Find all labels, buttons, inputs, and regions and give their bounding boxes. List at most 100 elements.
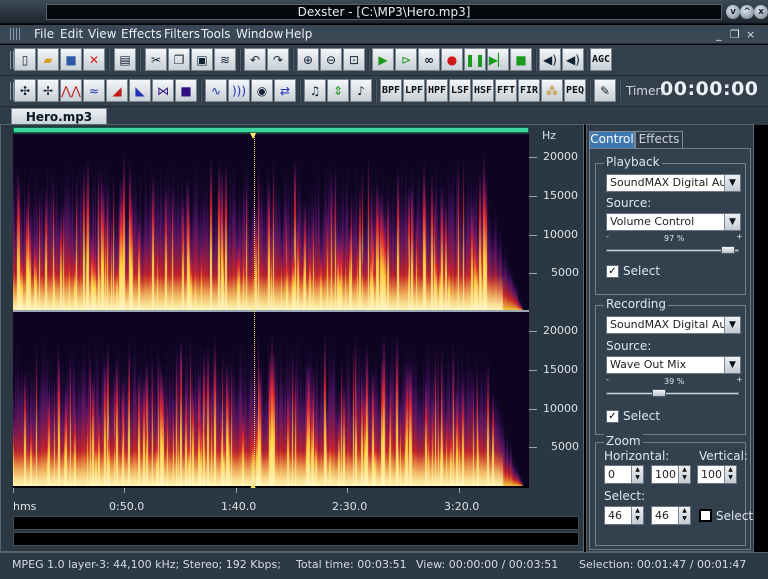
filter-hpf-button[interactable]: HPF xyxy=(426,79,448,102)
playback-cursor[interactable] xyxy=(253,134,255,486)
tab-effects[interactable]: Effects xyxy=(635,131,683,148)
close-button[interactable]: x xyxy=(754,5,768,19)
chevron-down-icon[interactable]: ▼ xyxy=(724,317,740,333)
menu-tools[interactable]: Tools xyxy=(201,27,231,41)
filter-lpf-button[interactable]: LPF xyxy=(403,79,425,102)
zoom-h-max-input[interactable]: 100 ▲ ▼ xyxy=(651,465,691,484)
filter-peq-button[interactable]: PEQ xyxy=(564,79,586,102)
agc-button[interactable]: AGC xyxy=(590,48,612,71)
tab-control[interactable]: Control xyxy=(589,131,635,148)
recording-volume-thumb[interactable] xyxy=(652,389,667,397)
reverse-icon[interactable]: ⋈ xyxy=(152,79,174,102)
close-file-icon[interactable]: ✕ xyxy=(83,48,105,71)
playback-device-select[interactable]: SoundMAX Digital Audio ▼ xyxy=(606,174,741,192)
menu-filters[interactable]: Filters xyxy=(164,27,200,41)
zoom-select-checkbox[interactable] xyxy=(699,509,712,522)
cut-icon[interactable]: ✂ xyxy=(145,48,167,71)
spin-arrows-icon[interactable]: ▲ ▼ xyxy=(678,507,690,524)
spin-arrows-icon[interactable]: ▲ ▼ xyxy=(724,466,736,483)
play-from-icon[interactable]: ▶▏ xyxy=(487,48,509,71)
menu-effects[interactable]: Effects xyxy=(121,27,162,41)
overview-bar[interactable] xyxy=(13,516,579,530)
flanger-icon[interactable]: ⇄ xyxy=(274,79,296,102)
recording-volume-track[interactable] xyxy=(606,392,739,395)
normalize-icon[interactable]: ≈ xyxy=(83,79,105,102)
volume-right-icon[interactable]: ◀) xyxy=(562,48,584,71)
spin-arrows-icon[interactable]: ▲ ▼ xyxy=(631,507,643,524)
undo-icon[interactable]: ↶ xyxy=(244,48,266,71)
spectrum-icon[interactable]: ⁂ xyxy=(541,79,563,102)
playback-volume-track[interactable] xyxy=(606,249,739,252)
playback-select-checkbox[interactable]: ✓ xyxy=(606,265,619,278)
zoom-select-a-input[interactable]: 46 ▲ ▼ xyxy=(604,506,644,525)
menu-file[interactable]: File xyxy=(34,27,54,41)
spectrogram-channel-left[interactable] xyxy=(13,134,529,310)
chevron-down-icon[interactable]: ▼ xyxy=(724,175,740,191)
mdi-minimize-button[interactable]: _ xyxy=(716,28,722,41)
zoom-vertical-input[interactable]: 100 ▲ ▼ xyxy=(697,465,737,484)
redo-icon[interactable]: ↷ xyxy=(267,48,289,71)
play-selection-icon[interactable]: ⊳ xyxy=(395,48,417,71)
amplify-icon[interactable]: ⋀⋀ xyxy=(60,79,82,102)
recording-select-checkbox[interactable]: ✓ xyxy=(606,410,619,423)
filter-fir-button[interactable]: FIR xyxy=(518,79,540,102)
paste-icon[interactable]: ▣ xyxy=(191,48,213,71)
reverb-icon[interactable]: ◉ xyxy=(251,79,273,102)
mdi-restore-button[interactable]: ❐ xyxy=(730,28,740,41)
open-folder-icon[interactable]: ▰ xyxy=(37,48,59,71)
mix-paste-icon[interactable]: ≋ xyxy=(214,48,236,71)
playback-source-select[interactable]: Volume Control ▼ xyxy=(606,213,741,231)
record-icon[interactable]: ● xyxy=(441,48,463,71)
tempo-icon[interactable]: ⇕ xyxy=(327,79,349,102)
document-tab-hero[interactable]: Hero.mp3 xyxy=(11,108,107,125)
filter-lsf-button[interactable]: LSF xyxy=(449,79,471,102)
spectrogram-channel-right[interactable] xyxy=(13,312,529,486)
filter-fft-button[interactable]: FFT xyxy=(495,79,517,102)
note-icon[interactable]: ♪ xyxy=(350,79,372,102)
pause-icon[interactable]: ❚❚ xyxy=(464,48,486,71)
cursor-top-marker-icon[interactable]: ▼ xyxy=(250,131,256,140)
zoom-out-icon[interactable]: ⊖ xyxy=(320,48,342,71)
markers-bar[interactable] xyxy=(13,532,579,546)
filter-bpf-button[interactable]: BPF xyxy=(380,79,402,102)
copy-icon[interactable]: ❐ xyxy=(168,48,190,71)
spectrogram-view[interactable]: ▼ ▲ Hz 20000 15000 10000 5000 20000 1500… xyxy=(0,124,584,552)
zoom-fit-icon[interactable]: ⊡ xyxy=(343,48,365,71)
volume-left-icon[interactable]: ◀) xyxy=(539,48,561,71)
menu-edit[interactable]: Edit xyxy=(60,27,83,41)
chevron-down-icon[interactable]: ▼ xyxy=(724,214,740,230)
play-icon[interactable]: ▶ xyxy=(372,48,394,71)
trim-icon[interactable]: ✢ xyxy=(37,79,59,102)
menu-view[interactable]: View xyxy=(88,27,116,41)
new-file-icon[interactable]: ▯ xyxy=(14,48,36,71)
pitch-icon[interactable]: ♫ xyxy=(304,79,326,102)
chevron-down-icon[interactable]: ▼ xyxy=(724,357,740,373)
edit-notes-icon[interactable]: ✎ xyxy=(594,79,616,102)
toolbar-separator xyxy=(292,49,294,71)
fade-out-icon[interactable]: ◣ xyxy=(129,79,151,102)
menu-window[interactable]: Window xyxy=(236,27,283,41)
recording-device-select[interactable]: SoundMAX Digital Audio ▼ xyxy=(606,316,741,334)
zoom-select-b-input[interactable]: 46 ▲ ▼ xyxy=(651,506,691,525)
zoom-h-min-input[interactable]: 0 ▲ ▼ xyxy=(604,465,644,484)
minimize-button[interactable]: v xyxy=(726,5,740,19)
spin-arrows-icon[interactable]: ▲ ▼ xyxy=(678,466,690,483)
maximize-button[interactable]: ^ xyxy=(740,5,754,19)
menu-help[interactable]: Help xyxy=(285,27,312,41)
fade-in-icon[interactable]: ◢ xyxy=(106,79,128,102)
recording-source-select[interactable]: Wave Out Mix ▼ xyxy=(606,356,741,374)
select-all-icon[interactable]: ✣ xyxy=(14,79,36,102)
chorus-icon[interactable]: ∿ xyxy=(205,79,227,102)
echo-icon[interactable]: ))) xyxy=(228,79,250,102)
filter-hsf-button[interactable]: HSF xyxy=(472,79,494,102)
zoom-in-icon[interactable]: ⊕ xyxy=(297,48,319,71)
save-icon[interactable]: ■ xyxy=(60,48,82,71)
silence-icon[interactable]: ■ xyxy=(175,79,197,102)
recording-source-value: Wave Out Mix xyxy=(610,358,687,371)
mdi-close-button[interactable]: × xyxy=(746,28,755,41)
properties-icon[interactable]: ▤ xyxy=(114,48,136,71)
loop-icon[interactable]: ∞ xyxy=(418,48,440,71)
stop-icon[interactable]: ■ xyxy=(510,48,532,71)
spin-arrows-icon[interactable]: ▲ ▼ xyxy=(631,466,643,483)
playback-volume-thumb[interactable] xyxy=(721,246,736,254)
